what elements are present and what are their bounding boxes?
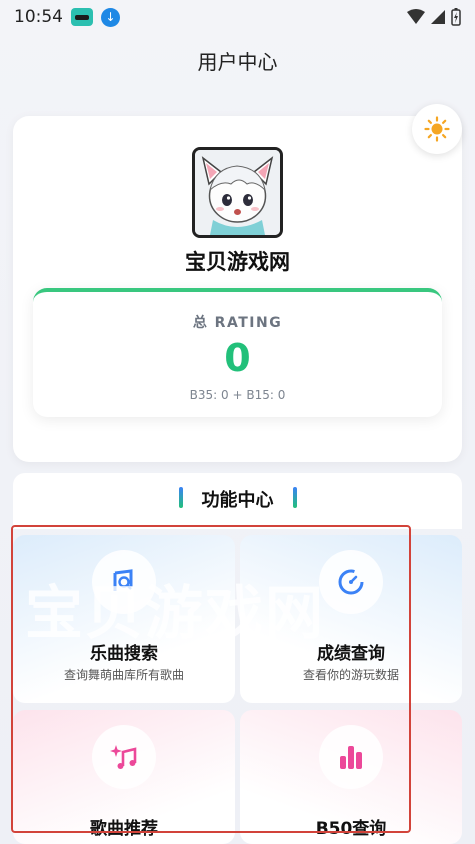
rating-card: 总 RATING 0 B35: 0 + B15: 0 bbox=[33, 288, 442, 417]
theme-toggle-button[interactable] bbox=[412, 104, 462, 154]
rating-detail: B35: 0 + B15: 0 bbox=[189, 388, 286, 402]
status-time: 10:54 bbox=[14, 7, 63, 27]
song-search-icon-wrap bbox=[92, 550, 156, 614]
feature-title: 歌曲推荐 bbox=[90, 819, 158, 839]
feature-song-recommend[interactable]: 歌曲推荐 bbox=[13, 710, 235, 844]
gauge-icon bbox=[338, 569, 364, 595]
feature-title: B50查询 bbox=[315, 819, 387, 839]
sun-icon bbox=[424, 116, 450, 142]
rating-value: 0 bbox=[224, 336, 251, 380]
feature-subtitle: 查看你的游玩数据 bbox=[302, 668, 399, 682]
sparkle-music-icon bbox=[110, 745, 137, 769]
wifi-icon bbox=[407, 9, 425, 24]
battery-icon bbox=[451, 8, 461, 26]
rating-label: 总 RATING bbox=[192, 315, 283, 331]
avatar[interactable] bbox=[192, 147, 283, 238]
feature-title: 成绩查询 bbox=[317, 644, 385, 664]
song-recommend-icon-wrap bbox=[92, 725, 156, 789]
signal-icon bbox=[431, 10, 445, 24]
app-notification-icon bbox=[71, 8, 93, 26]
section-bar-right bbox=[293, 487, 297, 508]
feature-subtitle: 查询舞萌曲库所有歌曲 bbox=[63, 668, 184, 682]
feature-score-query[interactable]: 成绩查询 查看你的游玩数据 bbox=[240, 535, 462, 703]
username: 宝贝游戏网 bbox=[185, 250, 290, 274]
avatar-image bbox=[195, 150, 280, 235]
status-bar: 10:54 ↓ bbox=[0, 0, 475, 34]
score-query-icon-wrap bbox=[319, 550, 383, 614]
page-title: 用户中心 bbox=[197, 50, 278, 74]
b50-icon-wrap bbox=[319, 725, 383, 789]
feature-song-search[interactable]: 乐曲搜索 查询舞萌曲库所有歌曲 bbox=[13, 535, 235, 703]
bar-chart-icon bbox=[340, 746, 362, 769]
section-title: 功能中心 bbox=[201, 490, 274, 511]
feature-b50-query[interactable]: B50查询 bbox=[240, 710, 462, 844]
music-search-icon bbox=[113, 569, 133, 591]
feature-title: 乐曲搜索 bbox=[90, 644, 158, 664]
download-icon: ↓ bbox=[101, 7, 120, 27]
